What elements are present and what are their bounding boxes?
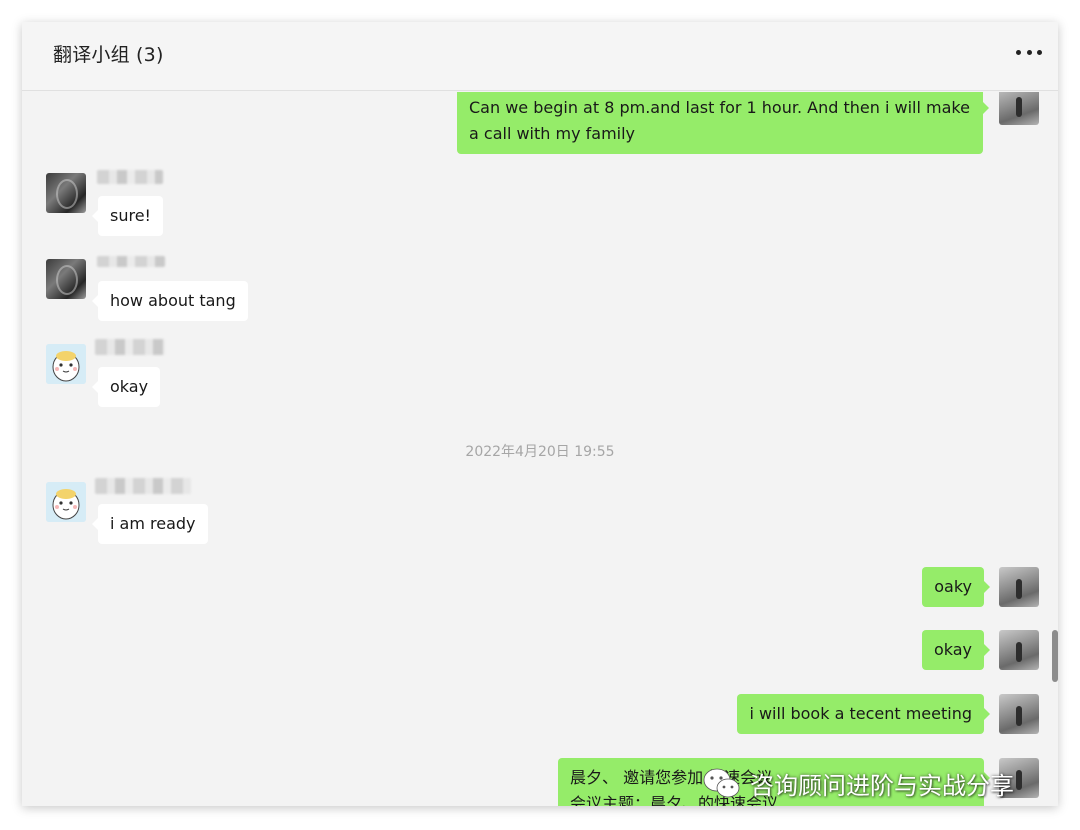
sender-name-blurred [97,170,163,184]
self-avatar[interactable] [999,92,1039,125]
sender-name-blurred [97,256,165,267]
self-avatar[interactable] [999,567,1039,607]
timestamp: 2022年4月20日 19:55 [465,444,615,460]
wechat-icon [703,768,740,797]
member-avatar[interactable] [46,173,86,213]
scrollbar[interactable] [1052,630,1058,682]
cartoon-avatar-icon [46,482,86,522]
member-avatar[interactable] [46,344,86,384]
message-bubble[interactable]: Can we begin at 8 pm.and last for 1 hour… [457,92,989,154]
message-bubble[interactable]: i will book a tecent meeting [737,694,990,734]
sender-name-blurred [95,478,191,494]
chat-header: 翻译小组 (3) [22,22,1058,91]
watermark: 咨询顾问进阶与实战分享 [702,766,1014,801]
message-bubble[interactable]: okay [921,630,991,670]
member-avatar[interactable] [46,482,86,522]
message-list[interactable]: Can we begin at 8 pm.and last for 1 hour… [22,92,1058,806]
more-icon[interactable] [1016,42,1042,62]
sender-name-blurred [95,339,165,355]
message-bubble[interactable]: how about tang [92,281,248,321]
chat-title: 翻译小组 (3) [53,44,164,66]
message-bubble[interactable]: sure! [92,196,163,236]
message-bubble[interactable]: oaky [922,567,990,607]
member-avatar[interactable] [46,259,86,299]
watermark-text: 咨询顾问进阶与实战分享 [750,772,1014,800]
message-bubble[interactable]: okay [91,367,161,407]
message-bubble[interactable]: i am ready [92,504,208,544]
self-avatar[interactable] [999,630,1039,670]
cartoon-avatar-icon [46,344,86,384]
chat-window: 翻译小组 (3) Can we begin at 8 pm.and last f… [22,22,1058,806]
self-avatar[interactable] [999,694,1039,734]
